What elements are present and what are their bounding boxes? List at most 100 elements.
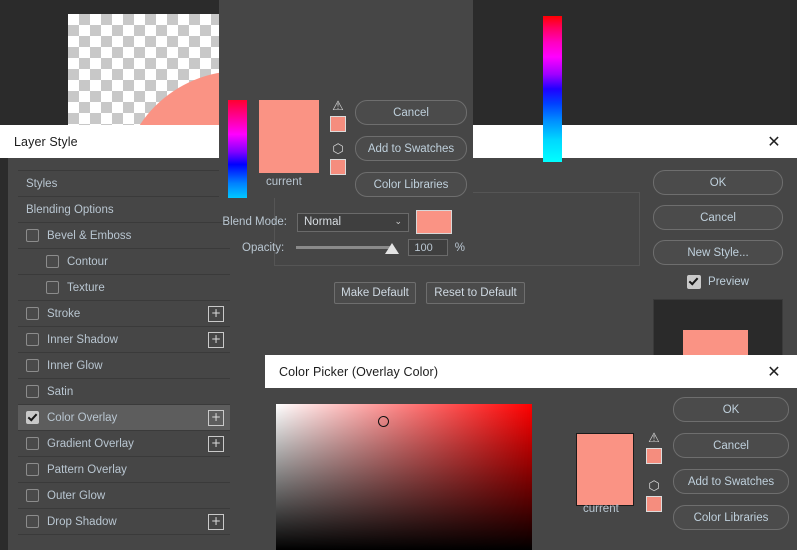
add-effect-icon[interactable]: + [208, 409, 224, 426]
style-row-label: Outer Glow [47, 489, 106, 502]
style-row-color-overlay[interactable]: Color Overlay + [18, 405, 230, 431]
preview-toggle[interactable]: Preview [653, 275, 783, 289]
style-row-label: Bevel & Emboss [47, 229, 132, 242]
style-row-inner-glow[interactable]: Inner Glow [18, 353, 230, 379]
style-row-label: Color Overlay [47, 411, 118, 424]
out-of-gamut-swatch[interactable] [646, 448, 662, 464]
gamut-alert-group-top: ⚠ [327, 100, 349, 132]
style-row-label: Inner Shadow [47, 333, 118, 346]
reset-to-default-button[interactable]: Reset to Default [426, 282, 525, 304]
current-color-label: current [583, 503, 619, 515]
style-row-label: Stroke [47, 307, 81, 320]
opacity-input[interactable]: 100 [408, 239, 448, 256]
style-row-stroke[interactable]: Stroke + [18, 301, 230, 327]
checkbox[interactable] [26, 411, 39, 424]
ok-button[interactable]: OK [653, 170, 783, 195]
out-of-gamut-group: ⚠ [643, 432, 665, 464]
web-safe-group-top: ⬡ [327, 143, 349, 175]
checkbox[interactable] [26, 385, 39, 398]
preview-checkbox[interactable] [687, 275, 702, 289]
web-safe-swatch[interactable] [646, 496, 662, 512]
new-color-swatch-top [259, 100, 319, 173]
style-row-label: Inner Glow [47, 359, 103, 372]
blend-mode-label: Blend Mode: [222, 216, 287, 228]
web-safe-cube-icon[interactable]: ⬡ [332, 143, 343, 156]
color-libraries-button-top[interactable]: Color Libraries [355, 172, 467, 197]
add-to-swatches-button-top[interactable]: Add to Swatches [355, 136, 467, 161]
style-row-drop-shadow[interactable]: Drop Shadow + [18, 509, 230, 535]
out-of-gamut-warning-icon[interactable]: ⚠ [648, 432, 660, 445]
web-safe-swatch-top[interactable] [330, 159, 346, 175]
gamut-alert-column: ⚠ ⬡ [643, 432, 665, 512]
color-libraries-button[interactable]: Color Libraries [673, 505, 789, 530]
floating-color-picker: current ⚠ ⬡ Cancel Add to Swatches Color… [219, 0, 473, 198]
color-picker-actions: OK Cancel Add to Swatches Color Librarie… [673, 397, 789, 541]
opacity-unit: % [454, 241, 465, 254]
current-color-label-top: current [266, 176, 302, 188]
style-row-label: Pattern Overlay [47, 463, 127, 476]
checkbox[interactable] [46, 281, 59, 294]
add-effect-icon[interactable]: + [208, 513, 224, 530]
style-row-label: Drop Shadow [47, 515, 117, 528]
blend-mode-select[interactable]: Normal ⌄ [297, 212, 409, 232]
style-row-label: Gradient Overlay [47, 437, 134, 450]
preview-thumbnail [653, 299, 783, 359]
checkbox[interactable] [26, 229, 39, 242]
style-row-label: Blending Options [26, 203, 114, 216]
ok-button-picker[interactable]: OK [673, 397, 789, 422]
blend-mode-row: Blend Mode: Normal ⌄ [135, 210, 465, 234]
add-effect-icon[interactable]: + [208, 305, 224, 322]
add-effect-icon[interactable]: + [208, 331, 224, 348]
out-of-gamut-swatch-top[interactable] [330, 116, 346, 132]
layer-style-actions: OK Cancel New Style... Preview [653, 170, 783, 359]
opacity-row: Opacity: 100 % [135, 239, 465, 256]
preview-label: Preview [708, 276, 749, 288]
style-row-gradient-overlay[interactable]: Gradient Overlay + [18, 431, 230, 457]
checkbox[interactable] [46, 255, 59, 268]
hue-slider[interactable] [543, 16, 562, 162]
checkbox[interactable] [26, 437, 39, 450]
floating-picker-actions: Cancel Add to Swatches Color Libraries [355, 100, 467, 198]
checkbox[interactable] [26, 307, 39, 320]
color-picker-titlebar[interactable]: Color Picker (Overlay Color) ✕ [265, 355, 797, 388]
style-row-outer-glow[interactable]: Outer Glow [18, 483, 230, 509]
style-row-pattern-overlay[interactable]: Pattern Overlay [18, 457, 230, 483]
checkbox[interactable] [26, 463, 39, 476]
add-effect-icon[interactable]: + [208, 435, 224, 452]
close-icon[interactable]: ✕ [765, 133, 783, 150]
style-row-label: Texture [67, 281, 105, 294]
saturation-brightness-field[interactable] [276, 404, 532, 550]
style-row-texture[interactable]: Texture [18, 275, 230, 301]
new-color-swatch [576, 433, 634, 506]
layer-style-title: Layer Style [14, 134, 78, 149]
blend-mode-value: Normal [304, 216, 342, 228]
opacity-label: Opacity: [242, 241, 285, 254]
style-row-inner-shadow[interactable]: Inner Shadow + [18, 327, 230, 353]
checkbox[interactable] [26, 489, 39, 502]
chevron-down-icon: ⌄ [394, 217, 402, 227]
out-of-gamut-warning-icon[interactable]: ⚠ [332, 100, 344, 113]
checkbox[interactable] [26, 515, 39, 528]
hue-slider-top[interactable] [228, 100, 247, 198]
cancel-button-picker[interactable]: Cancel [673, 433, 789, 458]
opacity-slider-thumb[interactable] [385, 243, 400, 254]
new-style-button[interactable]: New Style... [653, 240, 783, 265]
checkbox[interactable] [26, 333, 39, 346]
dialog-left-edge [0, 158, 8, 550]
screenshot-root: Layer Style ✕ Styles Blending Options Beve… [0, 0, 797, 550]
style-row-styles[interactable]: Styles [18, 171, 230, 197]
style-row-label: Contour [67, 255, 108, 268]
add-to-swatches-button[interactable]: Add to Swatches [673, 469, 789, 494]
cancel-button-top[interactable]: Cancel [355, 100, 467, 125]
color-field-cursor[interactable] [378, 416, 389, 427]
make-default-button[interactable]: Make Default [334, 282, 416, 304]
close-icon[interactable]: ✕ [765, 363, 783, 380]
preview-thumbnail-shape [683, 330, 748, 358]
style-row-satin[interactable]: Satin [18, 379, 230, 405]
overlay-color-swatch[interactable] [416, 210, 452, 234]
opacity-slider[interactable] [296, 243, 400, 254]
color-overlay-fieldset: Color Libraries Blend Mode: Normal ⌄ Opa… [222, 184, 640, 266]
checkbox[interactable] [26, 359, 39, 372]
web-safe-cube-icon[interactable]: ⬡ [648, 480, 659, 493]
cancel-button[interactable]: Cancel [653, 205, 783, 230]
